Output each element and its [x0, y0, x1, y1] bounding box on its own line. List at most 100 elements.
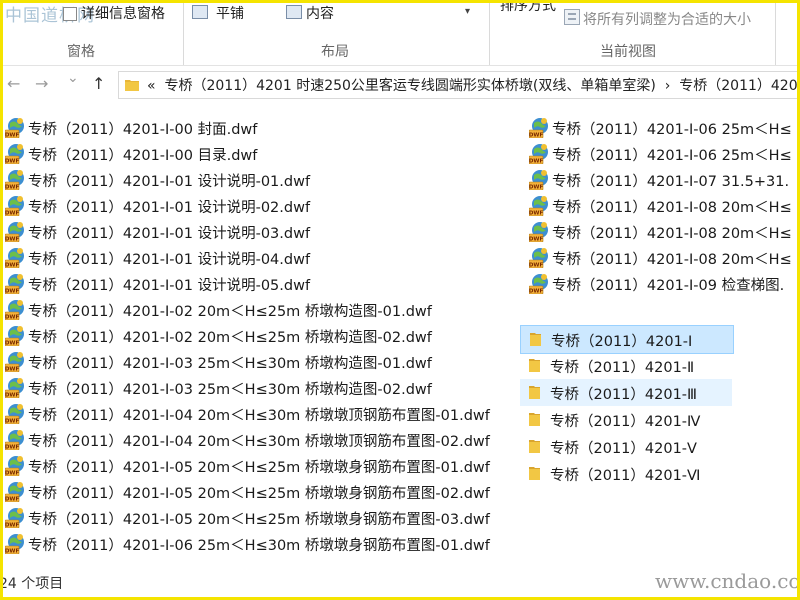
folder-name: 专桥（2011）4201-Ⅰ: [551, 334, 693, 350]
explorer-window: 中国道桥网 详细信息窗格 窗格 平铺 内容 ▾ 布局 排序方式 将所有列调整为合…: [3, 3, 797, 597]
file-list: DWF 专桥（2011）4201-Ⅰ-00 封面.dwf DWF 专桥（2011）42…: [3, 115, 797, 567]
folder-icon: [529, 386, 540, 399]
group-label-layout: 布局: [321, 44, 349, 60]
folder-icon: [529, 440, 540, 453]
svg-text:DWF: DWF: [5, 445, 19, 451]
breadcrumb-overflow-chevron[interactable]: «: [147, 78, 156, 94]
svg-text:DWF: DWF: [5, 341, 19, 347]
address-bar[interactable]: « 专桥（2011）4201 时速250公里客运专线圆端形实体桥墩(双线、单箱单…: [118, 71, 797, 99]
svg-text:DWF: DWF: [529, 237, 543, 243]
file-item[interactable]: DWF 专桥（2011）4201-Ⅰ-01 设计说明-05.dwf: [3, 271, 518, 297]
tiles-view-button[interactable]: 平铺: [216, 3, 244, 23]
fit-columns-button[interactable]: 将所有列调整为合适的大小: [583, 9, 751, 29]
svg-text:DWF: DWF: [5, 315, 19, 321]
folder-icon: [529, 467, 540, 480]
file-name: 专桥（2011）4201-Ⅰ-07 31.5+31.: [552, 174, 790, 190]
svg-text:DWF: DWF: [5, 211, 19, 217]
details-pane-checkbox-icon[interactable]: [63, 7, 77, 21]
file-item[interactable]: DWF 专桥（2011）4201-Ⅰ-03 25m＜H≤30m 桥墩构造图-02.…: [3, 375, 518, 401]
group-label-current-view: 当前视图: [600, 44, 656, 60]
file-name: 专桥（2011）4201-Ⅰ-03 25m＜H≤30m 桥墩构造图-02.dwf: [28, 382, 432, 398]
dwf-file-icon: DWF: [5, 534, 24, 554]
dwf-file-icon: DWF: [529, 196, 548, 216]
details-pane-button[interactable]: 详细信息窗格: [81, 3, 165, 23]
folder-icon: [529, 413, 540, 426]
dwf-file-icon: DWF: [5, 118, 24, 138]
svg-text:DWF: DWF: [5, 497, 19, 503]
file-item[interactable]: DWF 专桥（2011）4201-Ⅰ-00 封面.dwf: [3, 115, 518, 141]
svg-text:DWF: DWF: [5, 419, 19, 425]
ribbon-separator: [489, 3, 490, 65]
back-button[interactable]: ←: [7, 74, 20, 93]
file-item[interactable]: DWF 专桥（2011）4201-Ⅰ-02 20m＜H≤25m 桥墩构造图-02.…: [3, 323, 518, 349]
svg-text:DWF: DWF: [5, 185, 19, 191]
dwf-file-icon: DWF: [5, 456, 24, 476]
ribbon: 中国道桥网 详细信息窗格 窗格 平铺 内容 ▾ 布局 排序方式 将所有列调整为合…: [3, 3, 797, 65]
file-name: 专桥（2011）4201-Ⅰ-01 设计说明-05.dwf: [28, 278, 311, 294]
file-name: 专桥（2011）4201-Ⅰ-02 20m＜H≤25m 桥墩构造图-01.dwf: [28, 304, 432, 320]
dwf-file-icon: DWF: [5, 482, 24, 503]
svg-text:DWF: DWF: [5, 237, 19, 243]
file-item[interactable]: DWF 专桥（2011）4201-Ⅰ-08 20m＜H≤: [527, 193, 797, 219]
svg-text:DWF: DWF: [529, 263, 543, 269]
navigation-bar: ← → ⌄ ↑ « 专桥（2011）4201 时速250公里客运专线圆端形实体桥…: [3, 66, 797, 102]
content-view-icon: [286, 5, 302, 19]
file-item[interactable]: DWF 专桥（2011）4201-Ⅰ-00 目录.dwf: [3, 141, 518, 167]
svg-text:DWF: DWF: [529, 289, 543, 295]
file-item[interactable]: DWF 专桥（2011）4201-Ⅰ-01 设计说明-04.dwf: [3, 245, 518, 271]
breadcrumb-current[interactable]: 专桥（2011）4201-Ⅰ: [679, 78, 797, 94]
dwf-file-icon: DWF: [5, 508, 24, 528]
file-item[interactable]: DWF 专桥（2011）4201-Ⅰ-01 设计说明-01.dwf: [3, 167, 518, 193]
svg-text:DWF: DWF: [5, 367, 19, 373]
file-item[interactable]: DWF 专桥（2011）4201-Ⅰ-08 20m＜H≤: [527, 219, 797, 245]
tiles-view-icon: [192, 5, 208, 19]
file-item[interactable]: DWF 专桥（2011）4201-Ⅰ-05 20m＜H≤25m 桥墩墩身钢筋布置图…: [3, 505, 518, 531]
up-button[interactable]: ↑: [92, 74, 105, 93]
file-item[interactable]: DWF 专桥（2011）4201-Ⅰ-01 设计说明-02.dwf: [3, 193, 518, 219]
folder-name: 专桥（2011）4201-Ⅴ: [550, 441, 697, 457]
file-name: 专桥（2011）4201-Ⅰ-06 25m＜H≤: [552, 148, 792, 164]
folder-item[interactable]: 专桥（2011）4201-Ⅱ: [520, 352, 732, 379]
file-name: 专桥（2011）4201-Ⅰ-04 20m＜H≤30m 桥墩墩顶钢筋布置图-02…: [28, 434, 490, 450]
file-name: 专桥（2011）4201-Ⅰ-08 20m＜H≤: [552, 252, 792, 268]
file-item[interactable]: DWF 专桥（2011）4201-Ⅰ-09 检查梯图.: [527, 271, 797, 297]
file-item[interactable]: DWF 专桥（2011）4201-Ⅰ-06 25m＜H≤: [527, 115, 797, 141]
file-name: 专桥（2011）4201-Ⅰ-05 20m＜H≤25m 桥墩墩身钢筋布置图-03…: [28, 512, 490, 528]
file-name: 专桥（2011）4201-Ⅰ-08 20m＜H≤: [552, 200, 792, 216]
folder-icon: [529, 359, 540, 372]
file-item[interactable]: DWF 专桥（2011）4201-Ⅰ-05 20m＜H≤25m 桥墩墩身钢筋布置图…: [3, 453, 518, 479]
file-name: 专桥（2011）4201-Ⅰ-01 设计说明-02.dwf: [28, 200, 311, 216]
item-count: 24 个项目: [3, 576, 64, 592]
file-item[interactable]: DWF 专桥（2011）4201-Ⅰ-08 20m＜H≤: [527, 245, 797, 271]
breadcrumb-parent[interactable]: 专桥（2011）4201 时速250公里客运专线圆端形实体桥墩(双线、单箱单室梁…: [164, 78, 655, 94]
file-item[interactable]: DWF 专桥（2011）4201-Ⅰ-01 设计说明-03.dwf: [3, 219, 518, 245]
folder-item[interactable]: 专桥（2011）4201-Ⅵ: [520, 460, 732, 487]
folder-item[interactable]: 专桥（2011）4201-Ⅰ: [520, 325, 734, 354]
recent-locations-button[interactable]: ⌄: [67, 70, 79, 86]
file-name: 专桥（2011）4201-Ⅰ-06 25m＜H≤30m 桥墩墩身钢筋布置图-01…: [28, 538, 490, 554]
forward-button[interactable]: →: [35, 74, 48, 93]
folder-item[interactable]: 专桥（2011）4201-Ⅳ: [520, 406, 732, 433]
file-item[interactable]: DWF 专桥（2011）4201-Ⅰ-04 20m＜H≤30m 桥墩墩顶钢筋布置图…: [3, 401, 518, 427]
folder-name: 专桥（2011）4201-Ⅵ: [550, 468, 701, 484]
sort-by-button[interactable]: 排序方式: [500, 3, 556, 15]
content-view-button[interactable]: 内容: [306, 3, 334, 23]
file-item[interactable]: DWF 专桥（2011）4201-Ⅰ-05 20m＜H≤25m 桥墩墩身钢筋布置图…: [3, 479, 518, 505]
file-item[interactable]: DWF 专桥（2011）4201-Ⅰ-06 25m＜H≤: [527, 141, 797, 167]
svg-text:DWF: DWF: [529, 159, 543, 165]
fit-columns-icon: [564, 9, 580, 25]
breadcrumb-separator[interactable]: ›: [665, 78, 671, 94]
dwf-file-icon: DWF: [529, 248, 548, 269]
file-item[interactable]: DWF 专桥（2011）4201-Ⅰ-06 25m＜H≤30m 桥墩墩身钢筋布置图…: [3, 531, 518, 557]
file-item[interactable]: DWF 专桥（2011）4201-Ⅰ-02 20m＜H≤25m 桥墩构造图-01.…: [3, 297, 518, 323]
file-name: 专桥（2011）4201-Ⅰ-06 25m＜H≤: [552, 122, 792, 138]
file-item[interactable]: DWF 专桥（2011）4201-Ⅰ-03 25m＜H≤30m 桥墩构造图-01.…: [3, 349, 518, 375]
file-name: 专桥（2011）4201-Ⅰ-04 20m＜H≤30m 桥墩墩顶钢筋布置图-01…: [28, 408, 490, 424]
folder-item[interactable]: 专桥（2011）4201-Ⅴ: [520, 433, 732, 460]
file-name: 专桥（2011）4201-Ⅰ-00 目录.dwf: [28, 148, 258, 164]
layout-dropdown-icon[interactable]: ▾: [465, 6, 470, 17]
ribbon-separator: [775, 3, 776, 65]
folder-item[interactable]: 专桥（2011）4201-Ⅲ: [520, 379, 732, 406]
file-item[interactable]: DWF 专桥（2011）4201-Ⅰ-07 31.5+31.: [527, 167, 797, 193]
file-item[interactable]: DWF 专桥（2011）4201-Ⅰ-04 20m＜H≤30m 桥墩墩顶钢筋布置图…: [3, 427, 518, 453]
